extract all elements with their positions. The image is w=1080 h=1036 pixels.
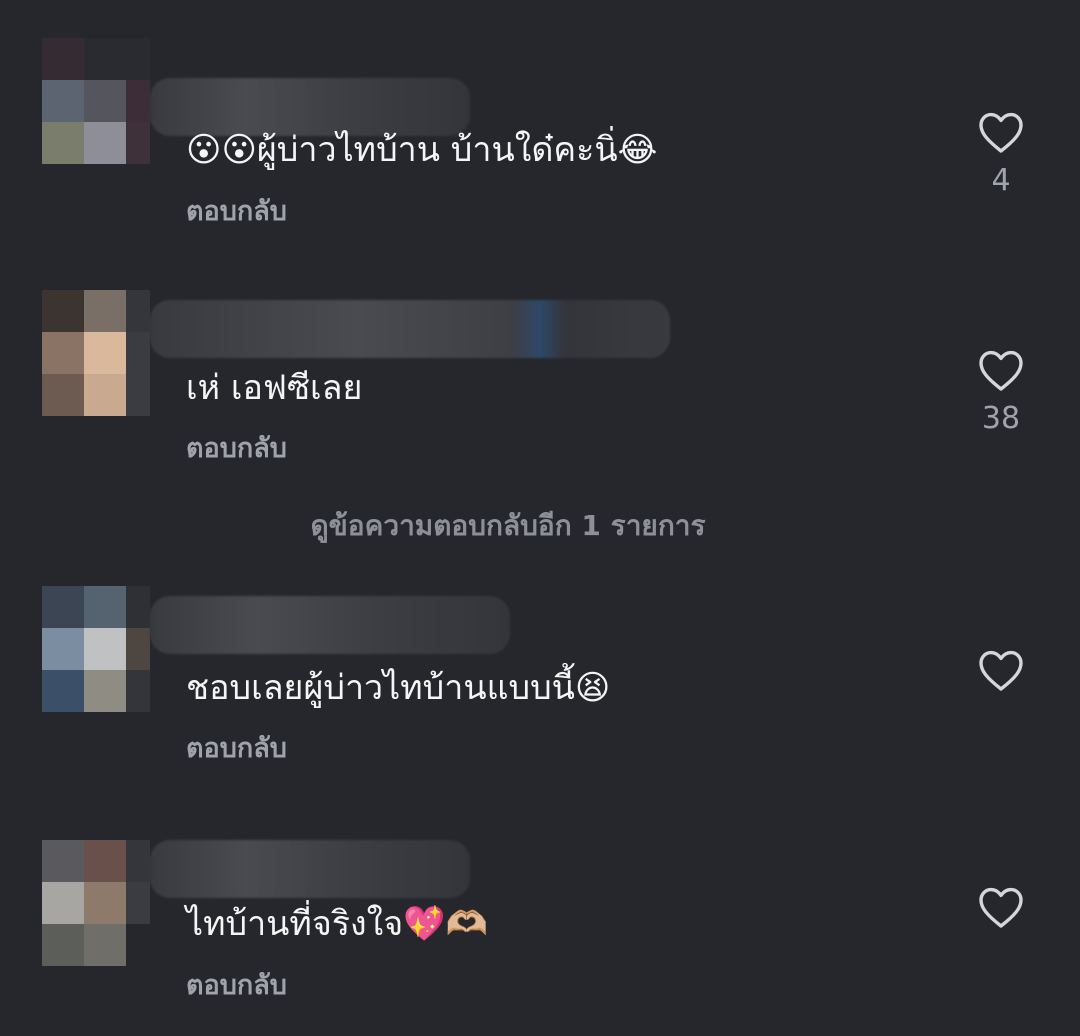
username-blurred [150,300,670,358]
avatar[interactable] [42,290,150,418]
like-button[interactable]: 38 [970,348,1032,436]
username-blurred [150,78,470,136]
reply-button[interactable]: ตอบกลับ [186,196,287,228]
reply-button[interactable]: ตอบกลับ [186,733,287,765]
username-blurred [150,840,470,898]
avatar[interactable] [42,38,150,166]
like-count: 4 [991,163,1011,198]
like-button[interactable] [970,648,1032,702]
heart-outline-icon [979,887,1023,928]
heart-outline-icon [979,350,1023,391]
reply-button[interactable]: ตอบกลับ [186,970,287,1002]
heart-outline-icon [979,112,1023,153]
username-blurred [150,596,510,654]
comment-text: 😮😮ผู้บ่าวไทบ้าน บ้านใด๋คะนิ่😂 [186,130,658,170]
like-count: 38 [981,401,1021,436]
heart-outline-icon [979,650,1023,691]
avatar[interactable] [42,840,150,968]
comment-text: ชอบเลยผู้บ่าวไทบ้านแบบนี้😫 [186,668,611,708]
view-more-replies-button[interactable]: ดูข้อความตอบกลับอีก 1 รายการ [0,508,1016,544]
avatar[interactable] [42,586,150,714]
comment-text: ไทบ้านที่จริงใจ💖🫶🏼 [186,904,488,944]
reply-button[interactable]: ตอบกลับ [186,433,287,465]
comment-text: เห่ เอฟซีเลย [186,368,363,408]
like-button[interactable]: 4 [970,110,1032,198]
like-button[interactable] [970,885,1032,939]
